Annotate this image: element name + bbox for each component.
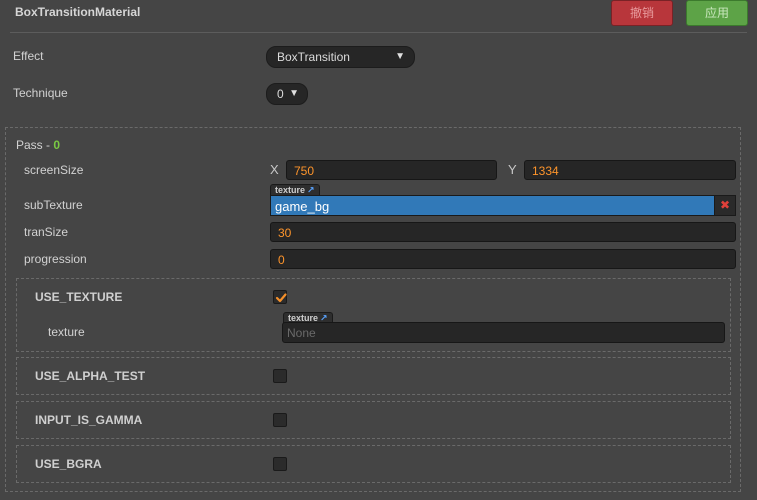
material-title: BoxTransitionMaterial: [15, 5, 141, 19]
technique-select[interactable]: 0 ▼: [266, 83, 308, 105]
use-bgra-checkbox[interactable]: [273, 457, 287, 471]
pass-title: Pass - 0: [16, 138, 60, 152]
clear-asset-icon[interactable]: ✖: [714, 195, 736, 216]
pass-label: Pass -: [16, 138, 54, 152]
effect-select-value: BoxTransition: [277, 50, 350, 64]
define-use-alpha-test-label: USE_ALPHA_TEST: [35, 369, 146, 383]
texture-label: texture: [48, 325, 85, 339]
screensize-x-input[interactable]: 750: [286, 160, 497, 180]
external-link-icon[interactable]: ↗: [307, 185, 315, 195]
pass-index: 0: [53, 138, 61, 152]
screensize-x-axis: X: [270, 162, 279, 177]
texture-asset-field[interactable]: None: [282, 322, 725, 343]
define-use-texture-label: USE_TEXTURE: [35, 290, 123, 304]
progression-label: progression: [24, 252, 87, 266]
effect-label: Effect: [13, 49, 44, 63]
technique-select-value: 0: [277, 87, 284, 101]
checkmark-icon: [275, 293, 287, 303]
define-use-bgra-label: USE_BGRA: [35, 457, 102, 471]
technique-label: Technique: [13, 86, 68, 100]
subtexture-type-text: texture: [275, 185, 306, 195]
use-alpha-test-checkbox[interactable]: [273, 369, 287, 383]
use-texture-checkbox[interactable]: [273, 290, 287, 304]
header-divider: [10, 32, 747, 33]
apply-button[interactable]: 应用: [686, 0, 748, 26]
chevron-down-icon: ▼: [289, 88, 299, 99]
transize-input[interactable]: 30: [270, 222, 736, 242]
chevron-down-icon: ▼: [395, 51, 405, 62]
screensize-y-input[interactable]: 1334: [524, 160, 736, 180]
subtexture-label: subTexture: [24, 198, 83, 212]
cancel-button[interactable]: 撤销: [611, 0, 673, 26]
define-use-bgra-panel: [16, 445, 731, 483]
transize-label: tranSize: [24, 225, 69, 239]
screensize-label: screenSize: [24, 163, 84, 177]
screensize-y-axis: Y: [508, 162, 517, 177]
progression-input[interactable]: 0: [270, 249, 736, 269]
input-is-gamma-checkbox[interactable]: [273, 413, 287, 427]
subtexture-asset-field[interactable]: game_bg: [270, 195, 715, 216]
define-input-is-gamma-label: INPUT_IS_GAMMA: [35, 413, 143, 427]
effect-select[interactable]: BoxTransition ▼: [266, 46, 415, 68]
